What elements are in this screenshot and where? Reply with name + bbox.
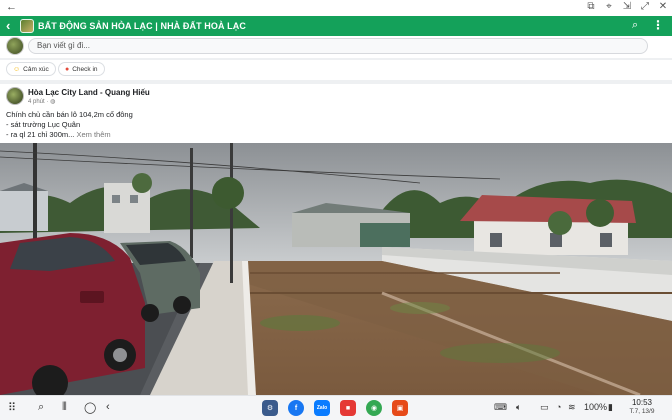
keyboard-icon[interactable]: ⌨ (494, 402, 507, 413)
chrome-app[interactable]: ◉ (366, 400, 382, 416)
smile-icon: ☺ (13, 65, 21, 73)
volume-icon[interactable]: 🔈︎ (516, 402, 521, 413)
post-line: - ra ql 21 chỉ 300m... Xem thêm (6, 130, 133, 140)
close-icon[interactable]: ✕ (656, 1, 670, 12)
post-line: Chính chủ cần bán lô 104,2m cổ đông (6, 110, 133, 119)
restore-icon[interactable]: ⤢ (638, 1, 652, 12)
clock[interactable]: 10:53 T.7, 13/9 (622, 398, 662, 415)
location-pin-icon: ● (65, 65, 70, 73)
pin2-icon[interactable]: ⌖ (602, 1, 616, 12)
post-author[interactable]: Hòa Lạc City Land - Quang Hiếu (28, 88, 150, 97)
more-vertical-icon[interactable]: ⋮ (652, 18, 664, 32)
home-icon[interactable]: ◯ (84, 401, 96, 414)
feeling-chip-label: Cảm xúc (23, 65, 49, 73)
clock-date: T.7, 13/9 (629, 408, 655, 415)
post-time: 4 phút · ◍ (28, 98, 55, 105)
app-red2[interactable]: ▣ (392, 400, 408, 416)
composer-input[interactable]: Bạn viết gì đi... (28, 38, 648, 54)
feeling-chip[interactable]: ☺ Cảm xúc (6, 62, 56, 76)
window-titlebar: ← ⧉ ⌖ ⇲ ⤢ ✕ (0, 0, 672, 16)
post-line-text: - ra ql 21 chỉ 300m... (6, 130, 75, 139)
checkin-chip[interactable]: ● Check in (58, 62, 105, 76)
divider (0, 58, 672, 60)
facebook-app[interactable]: f (288, 400, 304, 416)
zalo-app-label: Zalo (316, 405, 328, 411)
recents-icon[interactable]: ⦀ (62, 401, 67, 414)
minimize-icon[interactable]: ⇲ (620, 1, 634, 12)
group-avatar[interactable] (20, 19, 34, 33)
app-red[interactable]: ■ (340, 400, 356, 416)
screenshot-icon[interactable]: ▭ (540, 402, 549, 413)
post-photo[interactable] (0, 143, 672, 395)
pin-icon[interactable]: ⧉ (584, 1, 598, 12)
apps-grid-icon[interactable]: ⠿ (8, 401, 16, 414)
chrome-app-label: ◉ (370, 405, 378, 412)
battery-text: 100% (584, 402, 608, 412)
settings-app[interactable]: ⚙ (262, 400, 278, 416)
back-icon[interactable]: ‹ (106, 401, 110, 413)
clock-time: 10:53 (631, 398, 653, 407)
battery-icon: ▮ (608, 402, 613, 412)
land-photo (0, 143, 672, 395)
search-icon[interactable]: ⌕ (632, 19, 638, 32)
post-text: Chính chủ cần bán lô 104,2m cổ đông - sá… (6, 110, 133, 140)
post-author-avatar[interactable] (6, 87, 24, 105)
composer-placeholder: Bạn viết gì đi... (37, 41, 90, 50)
app-red-label: ■ (345, 404, 351, 412)
checkin-chip-label: Check in (72, 65, 98, 73)
facebook-app-label: f (294, 404, 298, 412)
wifi-icon[interactable]: ≋ (568, 402, 576, 413)
divider (0, 80, 672, 84)
post-line: - sát trường Lục Quân (6, 120, 81, 129)
group-title[interactable]: BẤT ĐỘNG SẢN HÒA LẠC | NHÀ ĐẤT HOÀ LẠC (38, 21, 246, 31)
taskbar: ⠿ ⌕ ⦀ ◯ ‹ ⚙ f Zalo ■ ◉ ▣ ⌨ 🔈︎ ▭ ◔ ≋ 100%… (0, 395, 672, 420)
composer: Bạn viết gì đi... (0, 36, 672, 58)
avatar[interactable] (6, 37, 24, 55)
group-header: ‹ BẤT ĐỘNG SẢN HÒA LẠC | NHÀ ĐẤT HOÀ LẠC… (0, 16, 672, 36)
settings-app-label: ⚙ (266, 405, 274, 412)
composer-chips: ☺ Cảm xúc ● Check in (0, 62, 672, 78)
zalo-app[interactable]: Zalo (314, 400, 330, 416)
notification-icon[interactable]: ◔ (556, 402, 561, 412)
see-more-link[interactable]: Xem thêm (74, 130, 110, 139)
chevron-left-icon[interactable]: ‹ (6, 18, 10, 33)
app-red2-label: ▣ (396, 405, 404, 412)
arrow-left-icon[interactable]: ← (6, 1, 17, 13)
post-time-text: 4 phút · (28, 99, 51, 105)
search-icon[interactable]: ⌕ (38, 401, 44, 414)
globe-icon: ◍ (50, 99, 56, 105)
